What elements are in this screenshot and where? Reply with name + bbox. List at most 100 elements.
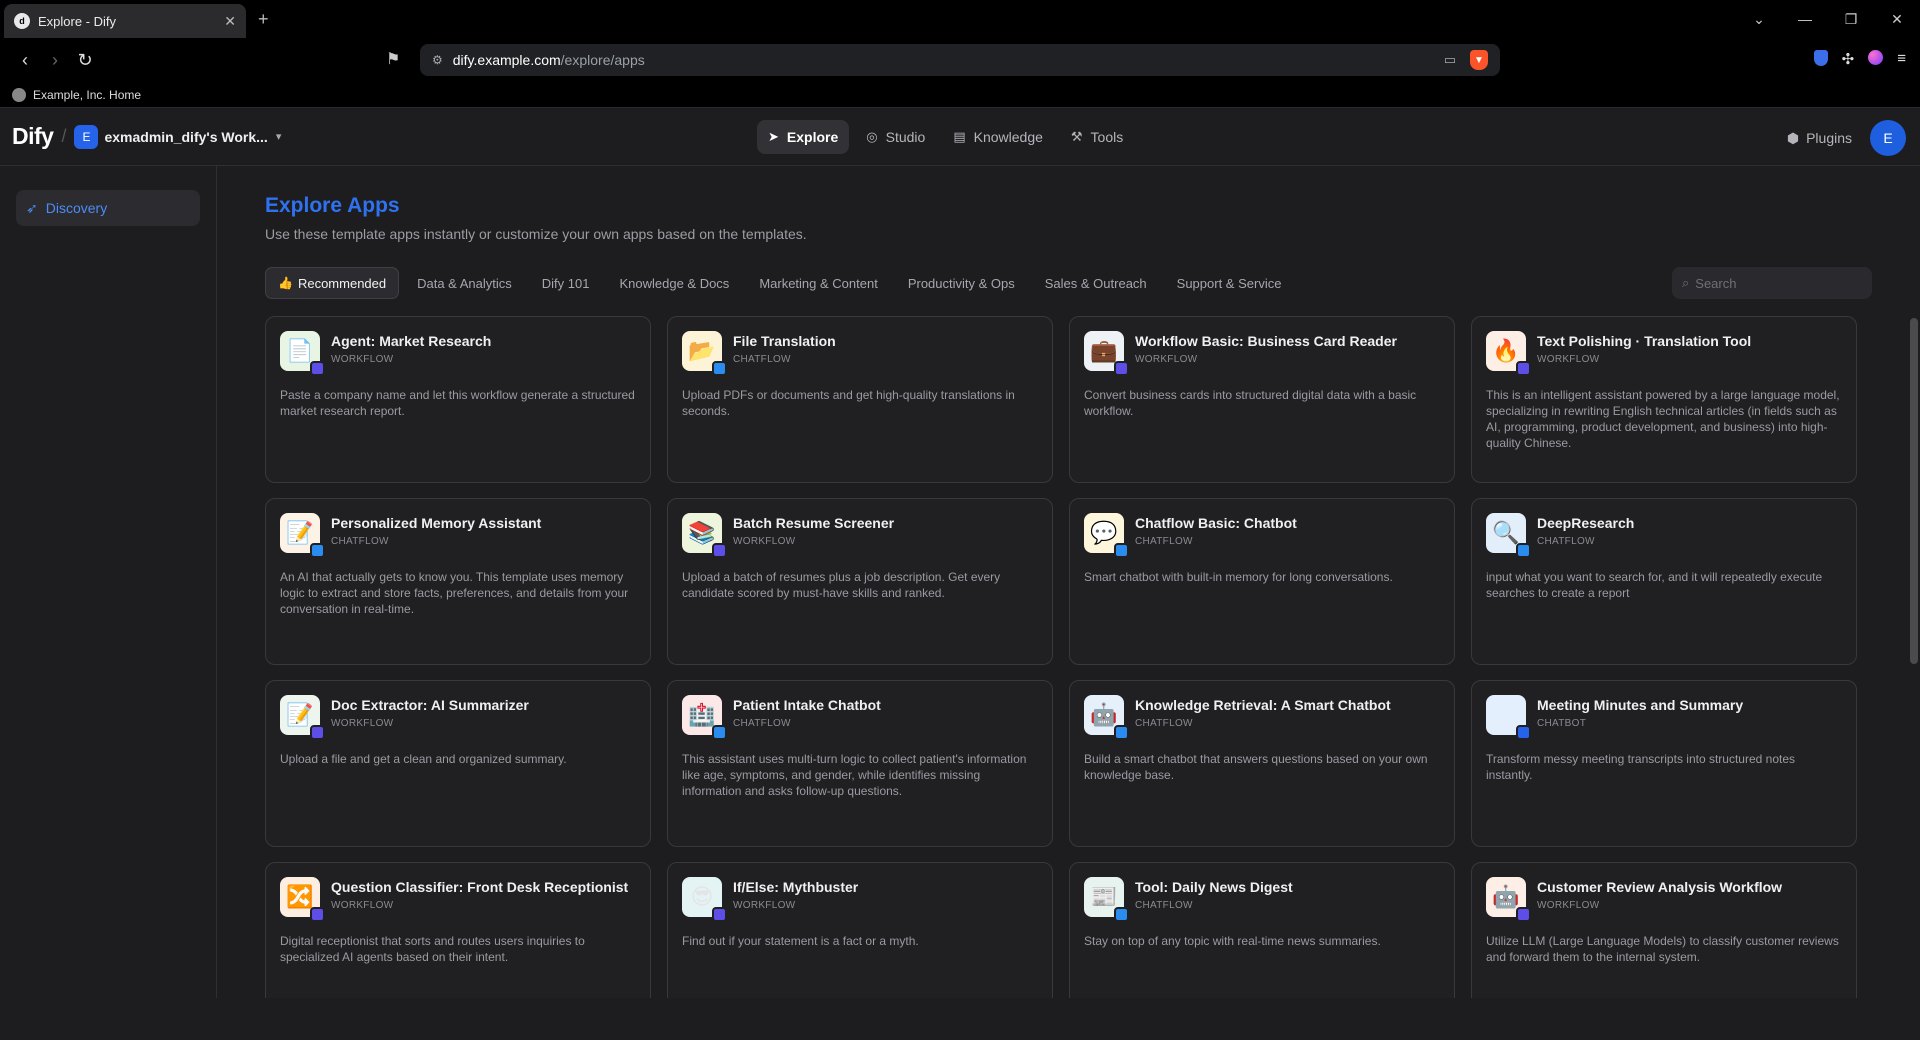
app-type: WORKFLOW [733, 900, 796, 911]
app-name: Knowledge Retrieval: A Smart Chatbot [1135, 697, 1391, 713]
nav-explore[interactable]: ➤ Explore [757, 120, 850, 154]
reload-icon[interactable]: ↻ [70, 50, 100, 71]
address-bar[interactable]: ⚙ dify.example.com /explore/apps ▭ ▼ [420, 44, 1500, 76]
app-description: Smart chatbot with built-in memory for l… [1084, 570, 1393, 584]
app-name: Tool: Daily News Digest [1135, 879, 1293, 895]
page-title: Explore Apps [265, 194, 400, 217]
card-header: 📝 Doc Extractor: AI Summarizer WORKFLOW [280, 695, 636, 740]
chevron-down-icon[interactable]: ▾ [276, 130, 282, 143]
dify-logo[interactable]: Dify [12, 123, 54, 150]
new-tab-icon[interactable]: + [258, 9, 269, 30]
dify-favicon-icon: d [14, 13, 30, 29]
bookmark-link[interactable]: Example, Inc. Home [33, 88, 141, 102]
close-window-icon[interactable]: ✕ [1874, 11, 1920, 28]
tab-search-icon[interactable]: ⌄ [1736, 11, 1782, 28]
restore-icon[interactable]: ❐ [1828, 11, 1874, 28]
site-settings-icon[interactable]: ⚙ [432, 53, 443, 67]
app-emoji-icon: 📝 [286, 702, 314, 727]
close-tab-icon[interactable]: ✕ [224, 13, 236, 30]
tab-category[interactable]: Productivity & Ops [896, 267, 1027, 299]
app-card[interactable]: 🤖 Knowledge Retrieval: A Smart Chatbot CHA… [1069, 680, 1455, 847]
app-type-icon [1114, 725, 1129, 740]
app-card[interactable]: 🔥 Text Polishing · Translation Tool WORKFL… [1471, 316, 1857, 483]
app-card[interactable]: 📝 Personalized Memory Assistant CHATFLOW An… [265, 498, 651, 665]
avatar[interactable]: E [1870, 120, 1906, 156]
app-type-icon [1114, 907, 1129, 922]
card-title-block: Tool: Daily News Digest CHATFLOW [1135, 877, 1293, 917]
workspace-name[interactable]: exmadmin_dify's Work... [104, 129, 267, 145]
divider: / [61, 126, 67, 146]
tab-category[interactable]: Data & Analytics [405, 267, 524, 299]
app-card[interactable]: 💼 Workflow Basic: Business Card Reader WOR… [1069, 316, 1455, 483]
app-name: If/Else: Mythbuster [733, 879, 859, 895]
nav-tools[interactable]: ⚒ Tools [1060, 120, 1134, 154]
tab-category[interactable]: Sales & Outreach [1033, 267, 1159, 299]
app-card[interactable]: Meeting Minutes and Summary CHATBOT Transf… [1471, 680, 1857, 847]
app-name: Text Polishing · Translation Tool [1537, 333, 1752, 349]
app-card[interactable]: 💬 Chatflow Basic: Chatbot CHATFLOW Smart ch… [1069, 498, 1455, 665]
card-header: 🤖 Customer Review Analysis Workflow WORKFL… [1486, 877, 1842, 922]
app-type-icon [1516, 543, 1531, 558]
bitwarden-icon[interactable] [1813, 50, 1828, 66]
category-label: Support & Service [1176, 275, 1282, 291]
extensions-puzzle-icon[interactable]: ✣ [1842, 50, 1855, 68]
app-card[interactable]: 🏥 Patient Intake Chatbot CHATFLOW This assi… [667, 680, 1053, 847]
card-title-block: Customer Review Analysis Workflow WORKFLO… [1537, 877, 1782, 917]
app-card[interactable]: 📚 Batch Resume Screener WORKFLOW Upload a b… [667, 498, 1053, 665]
brave-shields-icon[interactable]: ▼ [1470, 50, 1488, 70]
app-card[interactable]: 🔀 Question Classifier: Front Desk Recepti… [265, 862, 651, 998]
forward-icon[interactable]: › [40, 50, 70, 71]
app-card[interactable]: 🤖 Customer Review Analysis Workflow WORKFL… [1471, 862, 1857, 998]
profile-icon[interactable] [1868, 50, 1884, 65]
app-header: Dify / E exmadmin_dify's Work... ▾ ➤ Expl… [0, 108, 1920, 166]
card-header: 🏥 Patient Intake Chatbot CHATFLOW [682, 695, 1038, 740]
scrollbar[interactable] [1910, 318, 1918, 664]
menu-icon[interactable]: ≡ [1897, 50, 1906, 68]
app-emoji-icon: 💼 [1090, 338, 1118, 363]
plugins-button[interactable]: ⬢ Plugins [1787, 130, 1852, 147]
nav-explore-label: Explore [786, 129, 839, 145]
app-card[interactable]: 📄 Agent: Market Research WORKFLOW Paste a c… [265, 316, 651, 483]
app-icon: 📝 [280, 513, 325, 558]
app-card[interactable]: 📰 Tool: Daily News Digest CHATFLOW Stay on … [1069, 862, 1455, 998]
tab-category[interactable]: Dify 101 [530, 267, 602, 299]
bookmark-icon[interactable]: ⚑ [386, 49, 400, 69]
plugin-icon: ⬢ [1786, 129, 1800, 146]
app-type-icon [712, 361, 727, 376]
minimize-icon[interactable]: — [1782, 11, 1828, 27]
search-placeholder: Search [1695, 275, 1737, 291]
nav-studio[interactable]: ◎ Studio [855, 120, 936, 154]
category-label: Dify 101 [541, 275, 590, 291]
page-body: ➶ Discovery Explore Apps Use these templ… [0, 166, 1920, 998]
app-emoji-icon: 🔥 [1492, 338, 1520, 363]
app-description: Convert business cards into structured d… [1084, 388, 1417, 418]
app-emoji-icon: 🤖 [1492, 884, 1520, 909]
sidebar-item-label: Discovery [45, 200, 108, 216]
card-title-block: Workflow Basic: Business Card Reader WORK… [1135, 331, 1397, 371]
sidebar-item-discovery[interactable]: ➶ Discovery [16, 190, 200, 226]
app-icon: 📝 [280, 695, 325, 740]
card-title-block: Doc Extractor: AI Summarizer WORKFLOW [331, 695, 529, 735]
book-icon: ▤ [953, 129, 966, 144]
app-card[interactable]: 🔍 DeepResearch CHATFLOW input what you want… [1471, 498, 1857, 665]
app-card[interactable]: 📂 File Translation CHATFLOW Upload PDFs or … [667, 316, 1053, 483]
app-card[interactable]: 😎 If/Else: Mythbuster WORKFLOW Find out if … [667, 862, 1053, 998]
app-description: An AI that actually gets to know you. Th… [280, 570, 629, 616]
app-card[interactable]: 📝 Doc Extractor: AI Summarizer WORKFLOW Upl… [265, 680, 651, 847]
cast-icon[interactable]: ▭ [1444, 52, 1456, 68]
app-icon: 🔥 [1486, 331, 1531, 376]
tab-category[interactable]: Marketing & Content [747, 267, 890, 299]
browser-tab[interactable]: d Explore - Dify ✕ [4, 4, 246, 38]
tab-category[interactable]: Knowledge & Docs [607, 267, 741, 299]
app-description: This assistant uses multi-turn logic to … [682, 752, 1027, 798]
app-description: Build a smart chatbot that answers quest… [1084, 752, 1428, 782]
nav-tools-label: Tools [1090, 129, 1124, 145]
nav-knowledge[interactable]: ▤ Knowledge [942, 120, 1054, 154]
card-header: 🤖 Knowledge Retrieval: A Smart Chatbot CHA… [1084, 695, 1440, 740]
tab-category[interactable]: 👍 Recommended [265, 267, 400, 299]
back-icon[interactable]: ‹ [10, 50, 40, 71]
category-label: Recommended [297, 275, 387, 291]
search-input[interactable]: ⌕ Search [1672, 267, 1872, 299]
tab-category[interactable]: Support & Service [1165, 267, 1294, 299]
app-description: This is an intelligent assistant powered… [1486, 388, 1840, 450]
